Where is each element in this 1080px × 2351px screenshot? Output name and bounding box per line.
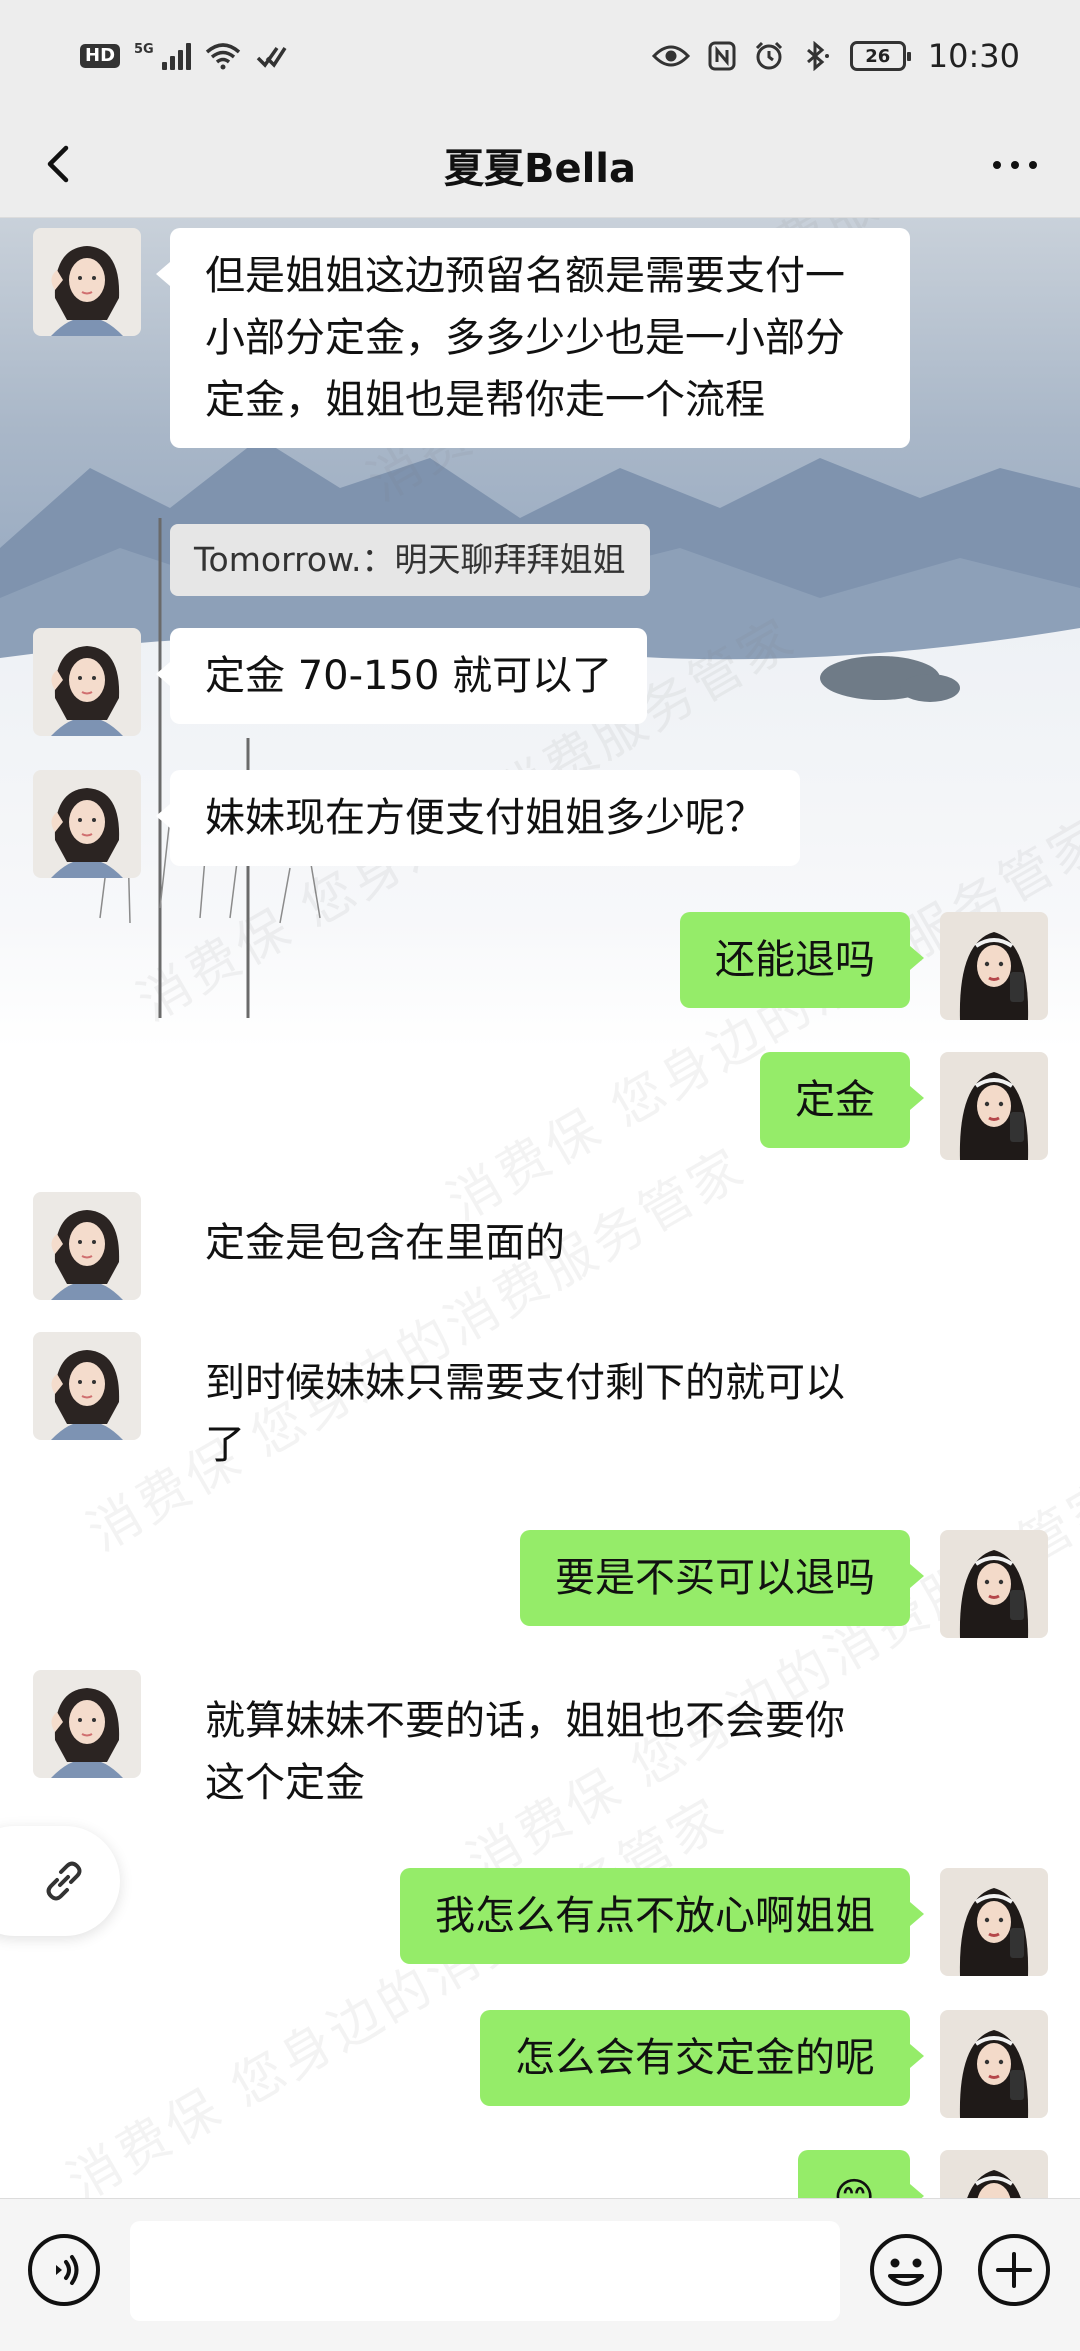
contact-avatar[interactable] — [33, 1332, 141, 1440]
contact-avatar[interactable] — [33, 628, 141, 736]
battery-icon: 26 — [849, 41, 911, 71]
contact-avatar[interactable] — [33, 228, 141, 336]
status-bar: HD 5G 26 10:30 — [0, 0, 1080, 112]
message-bubble-received[interactable]: 定金 70-150 就可以了 — [155, 628, 648, 724]
signal-icon — [161, 42, 191, 70]
quoted-reply[interactable]: Tomorrow.：明天聊拜拜姐姐 — [170, 524, 650, 596]
message-text-received[interactable]: 定金是包含在里面的 — [170, 1198, 600, 1288]
emoji-button[interactable] — [868, 2232, 944, 2308]
my-avatar[interactable] — [940, 912, 1048, 1020]
message-bubble-sent[interactable]: 定金 — [760, 1052, 924, 1148]
message-text-received[interactable]: 到时候妹妹只需要支付剩下的就可以了 — [170, 1338, 910, 1490]
my-avatar[interactable] — [940, 2010, 1048, 2118]
floating-link-button[interactable] — [0, 1826, 120, 1936]
message-input[interactable] — [130, 2221, 840, 2321]
data-sync-icon — [256, 46, 287, 68]
my-avatar[interactable] — [940, 1868, 1048, 1976]
watermark: 消费保 您身边的消费服务管家 — [57, 1787, 737, 2198]
my-avatar[interactable] — [940, 1052, 1048, 1160]
back-button[interactable] — [30, 134, 90, 194]
more-dots-icon — [993, 161, 1001, 169]
chat-title: 夏夏Bella — [443, 145, 637, 192]
chevron-left-icon — [47, 145, 69, 183]
battery-level: 26 — [865, 45, 891, 67]
message-bubble-received[interactable]: 但是姐姐这边预留名额是需要支付一小部分定金，多多少少也是一小部分定金，姐姐也是帮… — [156, 228, 910, 448]
message-bubble-sent[interactable]: 要是不买可以退吗 — [520, 1530, 924, 1626]
message-text-received[interactable]: 就算妹妹不要的话，姐姐也不会要你这个定金 — [170, 1676, 910, 1828]
status-bar-right: 26 10:30 — [651, 37, 1020, 75]
chat-area[interactable]: 消费保 您身边的消费服务管家 消费保 您身边的消费服务管家 消费保 您身边的消费… — [0, 218, 1080, 2198]
message-bubble-sent[interactable]: 😊 — [798, 2150, 924, 2198]
my-avatar[interactable] — [940, 1530, 1048, 1638]
my-avatar[interactable] — [940, 2150, 1048, 2198]
voice-button[interactable] — [26, 2232, 102, 2308]
bluetooth-icon — [806, 41, 829, 71]
alarm-icon — [755, 41, 782, 70]
message-bubble-sent[interactable]: 我怎么有点不放心啊姐姐 — [400, 1868, 924, 1964]
link-icon — [46, 1861, 82, 1901]
eye-icon — [651, 45, 690, 67]
more-button[interactable] — [980, 140, 1050, 190]
emoji-icon — [870, 2234, 942, 2306]
voice-icon — [28, 2234, 100, 2306]
message-bubble-sent[interactable]: 还能退吗 — [680, 912, 924, 1008]
nfc-icon — [708, 41, 736, 71]
contact-avatar[interactable] — [33, 1192, 141, 1300]
status-bar-left: HD 5G — [80, 42, 287, 70]
hd-badge: HD — [80, 44, 121, 68]
wifi-icon — [205, 43, 240, 70]
input-bar — [0, 2198, 1080, 2351]
network-type-label: 5G — [134, 42, 154, 57]
plus-icon — [978, 2234, 1050, 2306]
contact-avatar[interactable] — [33, 770, 141, 878]
message-bubble-sent[interactable]: 怎么会有交定金的呢 — [480, 2010, 924, 2106]
message-bubble-received[interactable]: 妹妹现在方便支付姐姐多少呢？ — [156, 770, 800, 866]
more-actions-button[interactable] — [976, 2232, 1052, 2308]
contact-avatar[interactable] — [33, 1670, 141, 1778]
clock: 10:30 — [927, 37, 1020, 75]
title-bar: 夏夏Bella — [0, 112, 1080, 218]
